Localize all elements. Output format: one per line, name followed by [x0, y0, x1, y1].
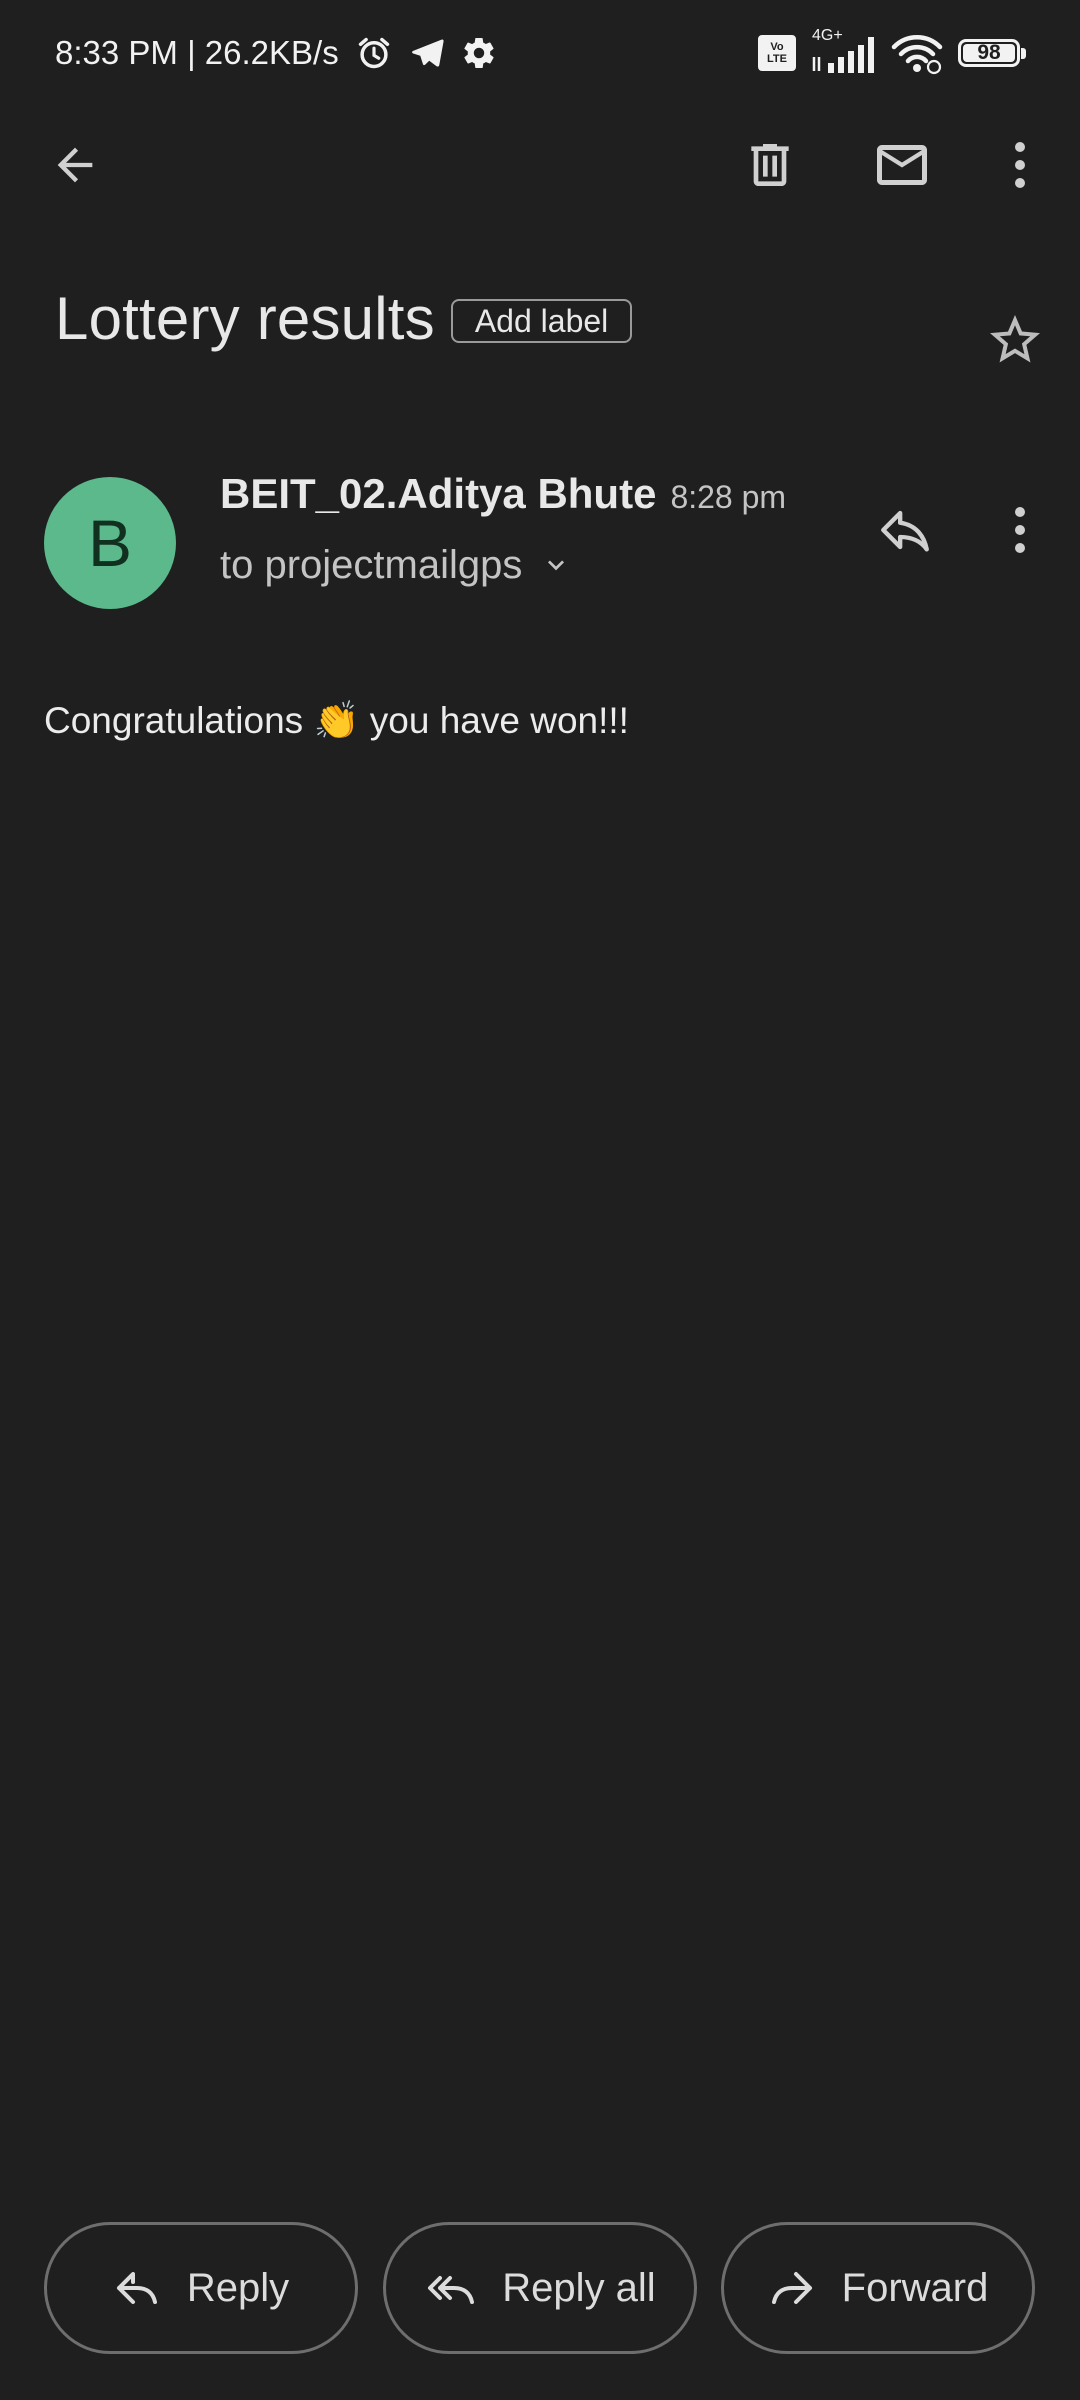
reply-all-button[interactable]: Reply all	[383, 2222, 697, 2354]
back-button[interactable]	[40, 130, 110, 200]
mark-unread-button[interactable]	[867, 130, 937, 200]
more-vert-icon	[1015, 142, 1025, 188]
settings-icon	[461, 35, 497, 71]
battery-level: 98	[977, 41, 1001, 64]
battery-icon: 98	[958, 39, 1026, 67]
recipient-details-toggle[interactable]: to projectmailgps	[220, 535, 572, 595]
chevron-down-icon	[548, 560, 565, 571]
wifi-icon	[890, 31, 944, 75]
mark-unread-icon	[877, 145, 927, 185]
reply-all-label: Reply all	[502, 2265, 656, 2310]
reply-icon-button[interactable]	[870, 495, 940, 565]
reply-button[interactable]: Reply	[44, 2222, 358, 2354]
status-bar-right: Vo LTE 4G+ 98	[758, 27, 1026, 76]
more-options-button[interactable]	[1000, 130, 1040, 200]
reply-all-icon	[428, 2276, 475, 2304]
reply-icon	[881, 510, 929, 552]
forward-label: Forward	[841, 2265, 989, 2310]
avatar[interactable]: B	[44, 477, 176, 609]
email-subject: Lottery results	[55, 284, 435, 352]
volte-icon: Vo LTE	[758, 35, 796, 71]
reply-icon	[116, 2272, 157, 2304]
forward-icon	[771, 2272, 812, 2304]
star-button[interactable]	[980, 305, 1050, 375]
subject-row: Lottery results Add label	[55, 280, 633, 356]
alarm-icon	[355, 34, 393, 72]
email-body: Congratulations 👏 you have won!!!	[44, 700, 629, 741]
more-vert-icon	[1015, 507, 1025, 553]
recipient-text: to projectmailgps	[220, 542, 523, 587]
forward-button[interactable]: Forward	[721, 2222, 1035, 2354]
telegram-icon	[409, 35, 445, 71]
status-time-speed: 8:33 PM | 26.2KB/s	[55, 34, 339, 71]
sender-line: BEIT_02.Aditya Bhute 8:28 pm	[220, 470, 786, 530]
back-arrow-icon	[57, 147, 93, 183]
delete-icon	[751, 144, 789, 186]
message-more-button[interactable]	[1000, 495, 1040, 565]
delete-button[interactable]	[735, 130, 805, 200]
reply-label: Reply	[186, 2265, 290, 2310]
avatar-initial: B	[87, 506, 133, 580]
signal-icon: 4G+	[810, 27, 876, 75]
star-icon	[990, 315, 1040, 363]
sender-name: BEIT_02.Aditya Bhute	[220, 470, 657, 517]
sent-time: 8:28 pm	[670, 479, 787, 515]
status-bar-left: 8:33 PM | 26.2KB/s	[55, 30, 497, 76]
add-label-button[interactable]: Add label	[450, 299, 633, 343]
